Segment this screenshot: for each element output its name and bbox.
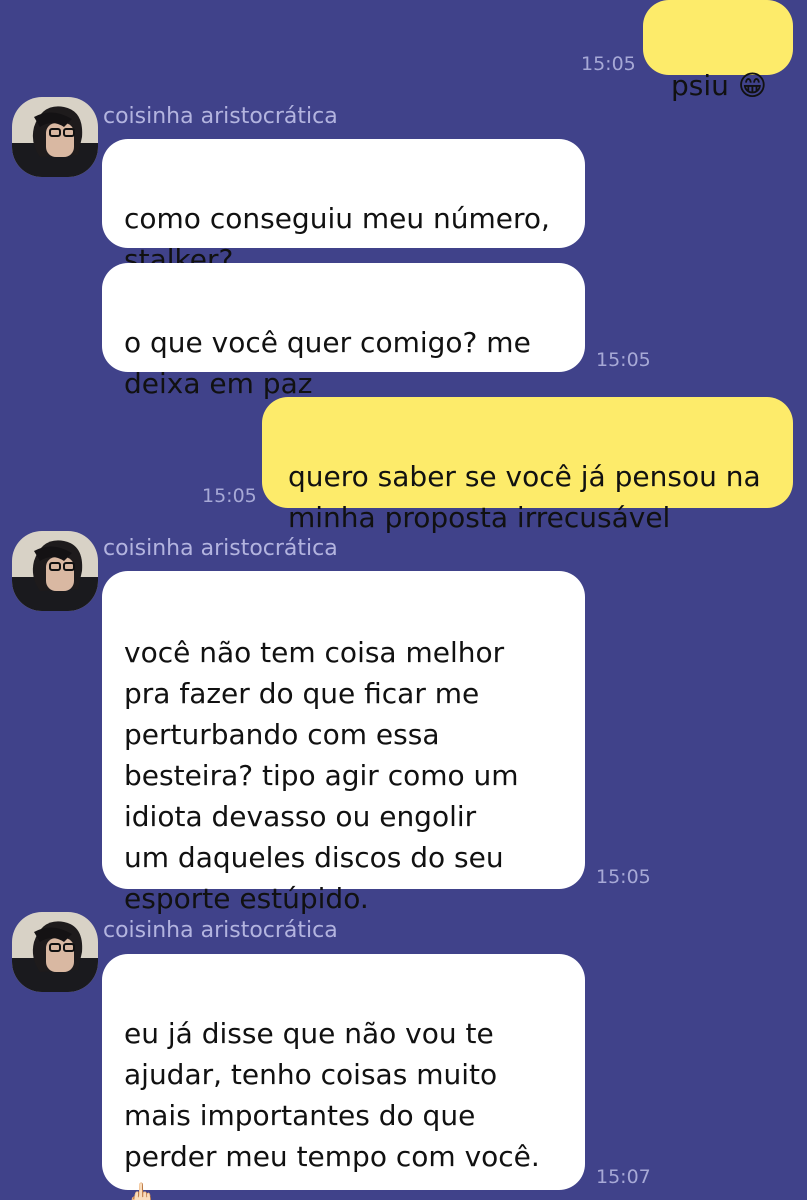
sender-name: coisinha aristocrática bbox=[103, 104, 338, 129]
message-timestamp: 15:07 bbox=[596, 1166, 651, 1188]
message-text: o que você quer comigo? me deixa em paz bbox=[124, 326, 531, 400]
incoming-message-bubble[interactable]: eu já disse que não vou te ajudar, tenho… bbox=[102, 954, 585, 1200]
message-text: eu já disse que não vou te ajudar, tenho… bbox=[124, 1017, 540, 1200]
message-timestamp: 15:05 bbox=[596, 349, 651, 371]
chat-view[interactable]: psiu 😁 15:05 coisinha aristocrática como… bbox=[0, 0, 807, 1200]
contact-avatar[interactable] bbox=[12, 97, 98, 177]
sender-name: coisinha aristocrática bbox=[103, 918, 338, 943]
message-text: psiu 😁 bbox=[671, 69, 767, 102]
contact-avatar[interactable] bbox=[12, 531, 98, 611]
sender-name: coisinha aristocrática bbox=[103, 536, 338, 561]
message-timestamp: 15:05 bbox=[202, 485, 257, 507]
message-timestamp: 15:05 bbox=[581, 53, 636, 75]
message-text: você não tem coisa melhor pra fazer do q… bbox=[124, 636, 519, 915]
incoming-message-bubble[interactable]: você não tem coisa melhor pra fazer do q… bbox=[102, 571, 585, 915]
contact-avatar[interactable] bbox=[12, 912, 98, 992]
incoming-message-bubble[interactable]: como conseguiu meu número, stalker? bbox=[102, 139, 585, 276]
incoming-message-bubble[interactable]: o que você quer comigo? me deixa em paz bbox=[102, 263, 585, 400]
message-timestamp: 15:05 bbox=[596, 866, 651, 888]
outgoing-message-bubble[interactable]: quero saber se você já pensou na minha p… bbox=[262, 397, 793, 534]
message-text: quero saber se você já pensou na minha p… bbox=[288, 460, 761, 534]
outgoing-message-bubble[interactable]: psiu 😁 bbox=[643, 0, 793, 102]
